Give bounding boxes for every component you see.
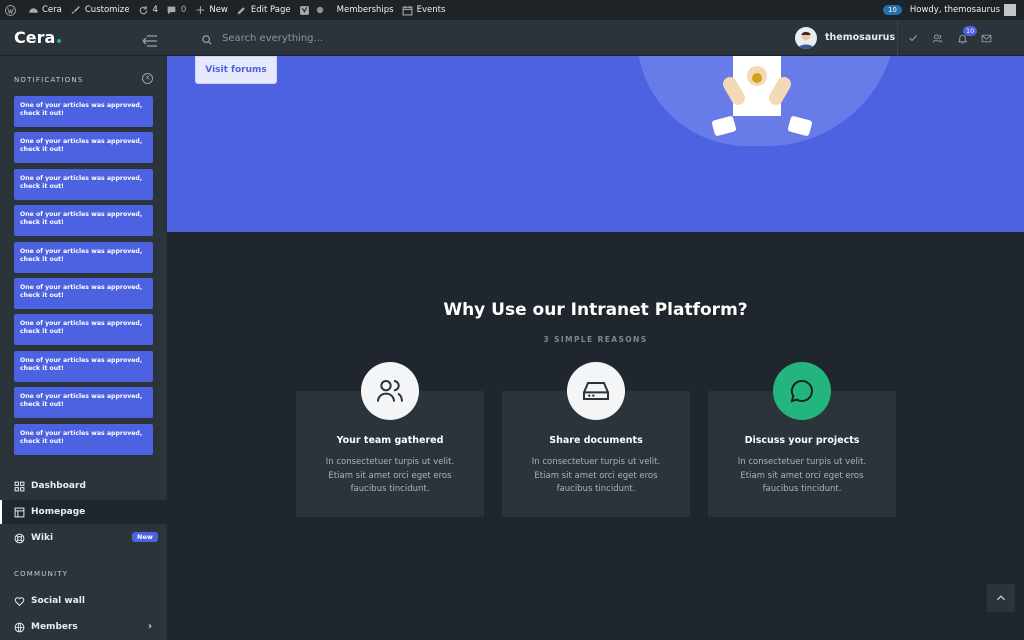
feature-description: In consectetuer turpis ut velit. Etiam s… <box>325 457 455 494</box>
chevron-right-icon: › <box>148 621 153 632</box>
brush-icon <box>70 4 82 16</box>
notification-item[interactable]: One of your articles was approved, check… <box>14 314 153 346</box>
yoast-link[interactable] <box>295 0 333 20</box>
new-badge: New <box>132 532 158 542</box>
heart-icon <box>13 595 25 607</box>
hero-illustration <box>711 56 813 136</box>
admin-avatar[interactable] <box>1004 4 1016 16</box>
updates-link[interactable]: 4 <box>134 0 162 20</box>
sidebar-item-homepage[interactable]: Homepage <box>0 500 167 524</box>
mail-icon[interactable] <box>979 31 993 45</box>
wp-admin-bar: Cera Customize 4 0 + New Edit Page Membe… <box>0 0 1024 20</box>
site-header: Cera themosaurus 10 <box>0 20 1024 56</box>
new-label: New <box>209 5 228 15</box>
community-heading: COMMUNITY <box>14 570 69 578</box>
friends-icon[interactable] <box>930 31 944 45</box>
plus-icon: + <box>195 3 206 17</box>
bell-notification-count: 10 <box>963 26 978 36</box>
notification-item[interactable]: One of your articles was approved, check… <box>14 423 153 455</box>
notification-item[interactable]: One of your articles was approved, check… <box>14 277 153 309</box>
chevron-up-icon <box>996 595 1006 601</box>
check-icon[interactable] <box>906 31 920 45</box>
events-link[interactable]: Events <box>398 0 450 20</box>
comments-count: 0 <box>180 5 187 15</box>
comments-link[interactable]: 0 <box>162 0 190 20</box>
sidebar-item-social-wall[interactable]: Social wall <box>0 589 167 613</box>
header-username[interactable]: themosaurus <box>825 32 895 43</box>
feature-title: Your team gathered <box>336 435 444 446</box>
yoast-icon <box>299 4 311 16</box>
feature-card: Your team gathered In consectetuer turpi… <box>296 362 484 517</box>
sidebar: NOTIFICATIONS ✕ One of your articles was… <box>0 56 167 640</box>
close-notifications-icon[interactable]: ✕ <box>142 73 153 84</box>
notification-item[interactable]: One of your articles was approved, check… <box>14 96 153 127</box>
comment-icon <box>166 4 178 16</box>
customize-label: Customize <box>84 5 130 15</box>
sidebar-item-wiki[interactable]: Wiki New <box>0 526 167 550</box>
message-circle-icon <box>773 362 831 420</box>
header-divider <box>897 20 898 56</box>
notifications-heading: NOTIFICATIONS <box>14 76 84 84</box>
memberships-link[interactable]: Memberships <box>333 0 398 20</box>
notification-item[interactable]: One of your articles was approved, check… <box>14 132 153 164</box>
notification-item[interactable]: One of your articles was approved, check… <box>14 168 153 200</box>
life-buoy-icon <box>13 532 25 544</box>
hard-drive-icon <box>567 362 625 420</box>
feature-title: Discuss your projects <box>744 435 860 446</box>
wordpress-icon <box>4 4 16 16</box>
visit-forums-button[interactable]: Visit forums <box>195 56 277 84</box>
sidebar-item-dashboard[interactable]: Dashboard <box>0 474 167 498</box>
notification-item[interactable]: One of your articles was approved, check… <box>14 387 153 419</box>
notification-item[interactable]: One of your articles was approved, check… <box>14 241 153 273</box>
sidebar-item-label: Members <box>31 622 78 632</box>
feature-description: In consectetuer turpis ut velit. Etiam s… <box>737 457 867 494</box>
grid-icon <box>13 480 25 492</box>
feature-title: Share documents <box>549 435 643 446</box>
sidebar-item-members[interactable]: Members › <box>0 615 167 639</box>
section-subtitle: 3 SIMPLE REASONS <box>543 335 648 344</box>
search-input[interactable] <box>222 29 522 47</box>
status-dot-icon <box>314 4 326 16</box>
events-label: Events <box>416 5 446 15</box>
notification-item[interactable]: One of your articles was approved, check… <box>14 205 153 237</box>
dashboard-gauge-icon <box>27 4 39 16</box>
sidebar-item-label: Wiki <box>31 533 54 543</box>
scroll-to-top-button[interactable] <box>987 584 1015 612</box>
feature-description: In consectetuer turpis ut velit. Etiam s… <box>531 457 661 494</box>
notification-list: One of your articles was approved, check… <box>14 96 153 460</box>
globe-icon <box>13 621 25 633</box>
users-icon <box>361 362 419 420</box>
updates-count: 4 <box>152 5 158 15</box>
edit-page-label: Edit Page <box>250 5 291 15</box>
customize-link[interactable]: Customize <box>66 0 134 20</box>
sidebar-item-label: Dashboard <box>31 481 86 491</box>
sidebar-item-label: Homepage <box>31 507 86 517</box>
layout-icon <box>13 506 25 518</box>
memberships-label: Memberships <box>336 5 394 15</box>
section-title: Why Use our Intranet Platform? <box>443 300 748 320</box>
menu-collapse-icon[interactable] <box>142 32 158 47</box>
feature-card: Share documents In consectetuer turpis u… <box>502 362 690 517</box>
notification-item[interactable]: One of your articles was approved, check… <box>14 350 153 382</box>
site-name: Cera <box>42 5 62 15</box>
refresh-icon <box>138 4 150 16</box>
site-name-link[interactable]: Cera <box>23 0 66 20</box>
hero-banner: Visit forums <box>167 56 1024 232</box>
feature-card: Discuss your projects In consectetuer tu… <box>708 362 896 517</box>
user-avatar[interactable] <box>795 27 817 49</box>
sidebar-item-label: Social wall <box>31 596 85 606</box>
wordpress-logo[interactable] <box>0 0 23 20</box>
site-logo[interactable]: Cera <box>14 28 62 47</box>
search-icon <box>201 31 213 50</box>
calendar-icon <box>402 4 414 16</box>
edit-page-link[interactable]: Edit Page <box>232 0 295 20</box>
howdy-user-link[interactable]: Howdy, themosaurus <box>910 5 1000 15</box>
pencil-icon <box>236 4 248 16</box>
main-content: Why Use our Intranet Platform? 3 SIMPLE … <box>167 232 1024 640</box>
adminbar-notification-badge[interactable]: 10 <box>882 5 902 15</box>
new-content-link[interactable]: + New <box>190 0 232 20</box>
